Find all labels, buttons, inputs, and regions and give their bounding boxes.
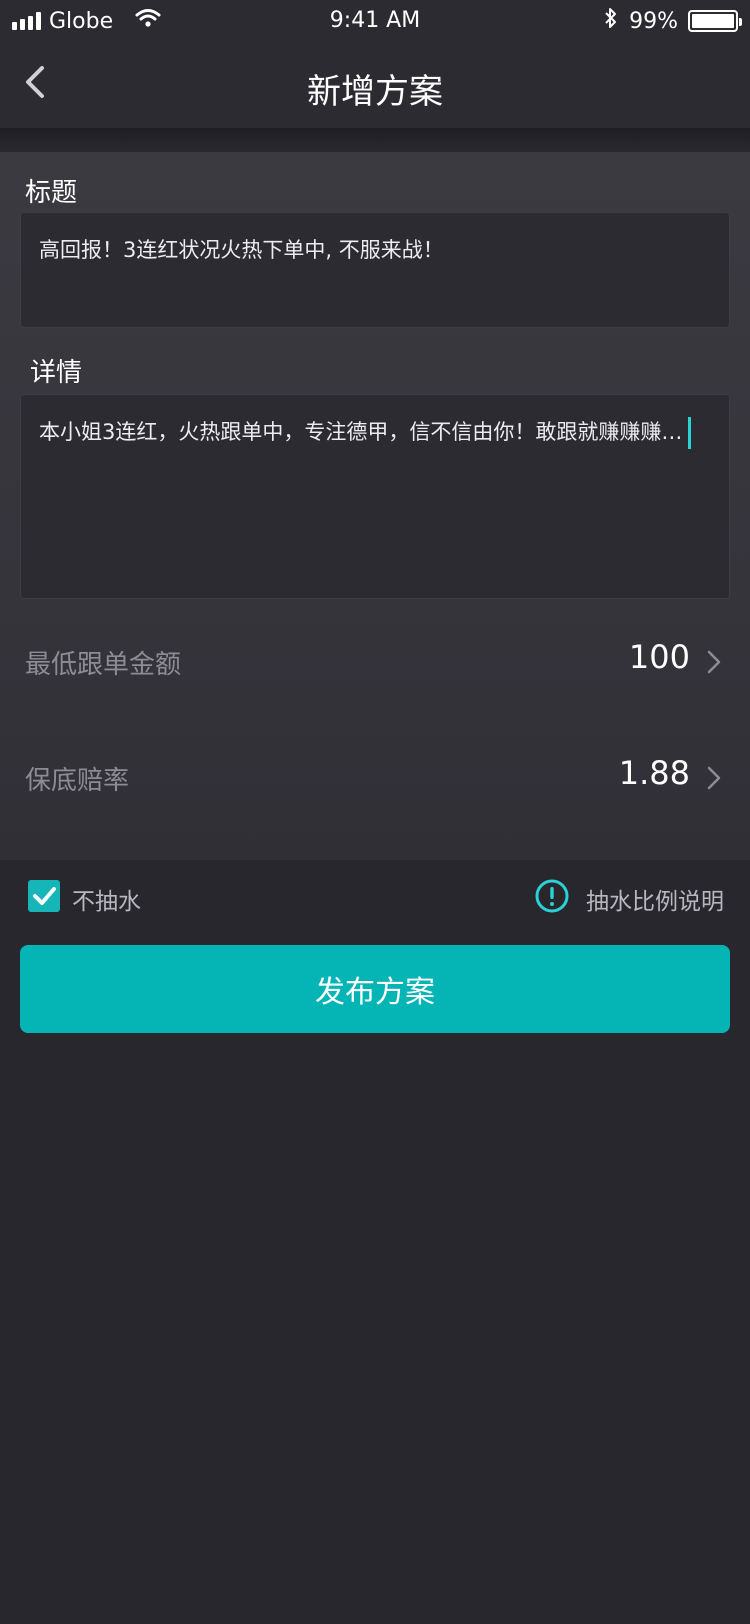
min-amount-row[interactable]: 最低跟单金额 100 (0, 622, 750, 702)
publish-button[interactable]: 发布方案 (20, 945, 730, 1033)
navigation-bar: 新增方案 (0, 42, 750, 128)
battery-fill (692, 14, 734, 28)
status-right: 99% (603, 6, 742, 36)
checkmark-icon (33, 887, 56, 905)
status-bar: Globe 9:41 AM 99% (0, 0, 750, 42)
page-title: 新增方案 (307, 72, 443, 112)
battery-percent: 99% (629, 8, 678, 34)
battery-icon (688, 10, 742, 32)
plan-form: 标题 高回报！3连红状况火热下单中, 不服来战！ 详情 本小姐3连红，火热跟单中… (0, 152, 750, 860)
no-fee-checkbox[interactable] (28, 880, 60, 912)
chevron-right-icon (707, 650, 721, 674)
nav-divider (0, 128, 750, 152)
detail-textarea[interactable]: 本小姐3连红，火热跟单中，专注德甲，信不信由你！敢跟就赚赚赚… (20, 394, 730, 599)
guarantee-odds-row[interactable]: 保底赔率 1.88 (0, 738, 750, 818)
title-input-value: 高回报！3连红状况火热下单中, 不服来战！ (39, 238, 444, 262)
no-fee-label: 不抽水 (72, 889, 141, 915)
title-label: 标题 (25, 178, 78, 208)
text-cursor (688, 417, 692, 449)
bluetooth-icon (603, 6, 619, 36)
detail-label: 详情 (30, 358, 83, 388)
info-circle-icon (535, 879, 569, 913)
guarantee-odds-value: 1.88 (618, 754, 690, 792)
chevron-right-icon (707, 766, 721, 790)
fee-info-link[interactable]: 抽水比例说明 (586, 882, 724, 916)
fee-info-button[interactable] (534, 878, 570, 914)
title-input[interactable]: 高回报！3连红状况火热下单中, 不服来战！ (20, 212, 730, 328)
guarantee-odds-label: 保底赔率 (25, 766, 130, 796)
options-row: 不抽水 抽水比例说明 (0, 860, 750, 932)
detail-textarea-value: 本小姐3连红，火热跟单中，专注德甲，信不信由你！敢跟就赚赚赚… (39, 420, 683, 444)
min-amount-label: 最低跟单金额 (25, 650, 182, 680)
min-amount-value: 100 (628, 638, 690, 676)
